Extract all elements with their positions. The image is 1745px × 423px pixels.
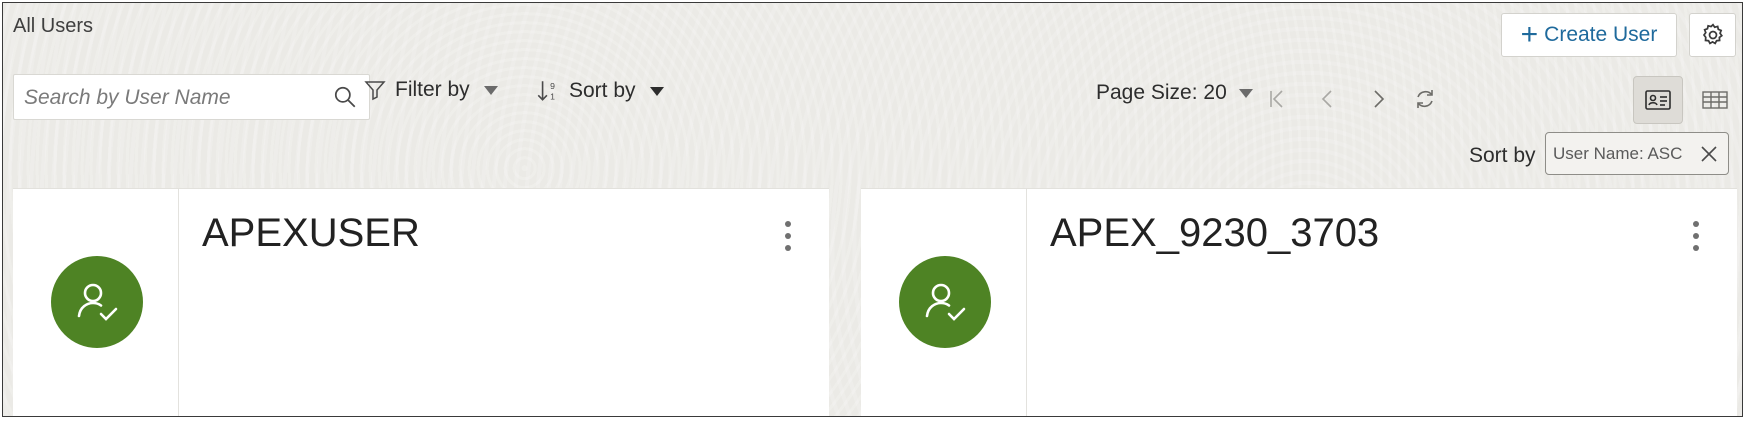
create-user-button[interactable]: + Create User bbox=[1501, 13, 1677, 57]
avatar-column bbox=[13, 189, 179, 416]
refresh-icon[interactable] bbox=[1413, 87, 1437, 111]
gear-icon bbox=[1702, 23, 1723, 45]
sort-icon: 9 1 bbox=[537, 81, 555, 102]
svg-text:1: 1 bbox=[550, 92, 555, 102]
search-input[interactable] bbox=[22, 83, 326, 113]
chevron-down-icon bbox=[1238, 88, 1253, 98]
user-card[interactable]: APEX_9230_3703 bbox=[861, 188, 1737, 416]
svg-text:9: 9 bbox=[550, 81, 555, 91]
sort-chip: User Name: ASC bbox=[1545, 132, 1729, 175]
chevron-down-icon bbox=[649, 86, 664, 96]
user-name: APEXUSER bbox=[202, 211, 420, 255]
sort-chip-text: User Name: ASC bbox=[1553, 143, 1683, 163]
filter-by-button[interactable]: Filter by bbox=[363, 78, 498, 102]
close-icon[interactable] bbox=[1699, 144, 1719, 164]
id-card-icon bbox=[1645, 90, 1671, 110]
user-check-icon bbox=[77, 283, 118, 321]
settings-button[interactable] bbox=[1689, 13, 1736, 57]
card-view-toggle[interactable] bbox=[1633, 76, 1683, 124]
avatar-column bbox=[861, 189, 1027, 416]
previous-page-icon[interactable] bbox=[1316, 87, 1340, 111]
sort-by-label: Sort by bbox=[569, 79, 636, 102]
avatar bbox=[51, 256, 143, 348]
filter-icon bbox=[364, 81, 386, 101]
user-name: APEX_9230_3703 bbox=[1050, 211, 1380, 255]
chevron-down-icon bbox=[483, 85, 498, 95]
filter-by-label: Filter by bbox=[395, 78, 470, 101]
plus-icon: + bbox=[1520, 18, 1539, 51]
users-panel: All Users + Create User Filter by 9 1 So… bbox=[2, 2, 1743, 417]
sort-by-button[interactable]: 9 1 Sort by bbox=[535, 78, 664, 104]
table-icon bbox=[1702, 91, 1728, 109]
user-card[interactable]: APEXUSER bbox=[13, 188, 829, 416]
table-view-toggle[interactable] bbox=[1691, 76, 1739, 124]
more-actions-icon[interactable] bbox=[778, 221, 798, 251]
search-icon[interactable] bbox=[332, 84, 358, 110]
create-user-label: Create User bbox=[1544, 23, 1658, 46]
page-size-select[interactable]: Page Size: 20 bbox=[1096, 81, 1253, 105]
page-title: All Users bbox=[13, 15, 94, 37]
first-page-icon[interactable] bbox=[1266, 87, 1290, 111]
sort-summary-label: Sort by bbox=[1469, 144, 1536, 167]
search-box bbox=[13, 74, 370, 120]
page-size-label: Page Size: 20 bbox=[1096, 81, 1227, 104]
user-check-icon bbox=[925, 283, 966, 321]
avatar bbox=[899, 256, 991, 348]
next-page-icon[interactable] bbox=[1366, 87, 1390, 111]
more-actions-icon[interactable] bbox=[1686, 221, 1706, 251]
